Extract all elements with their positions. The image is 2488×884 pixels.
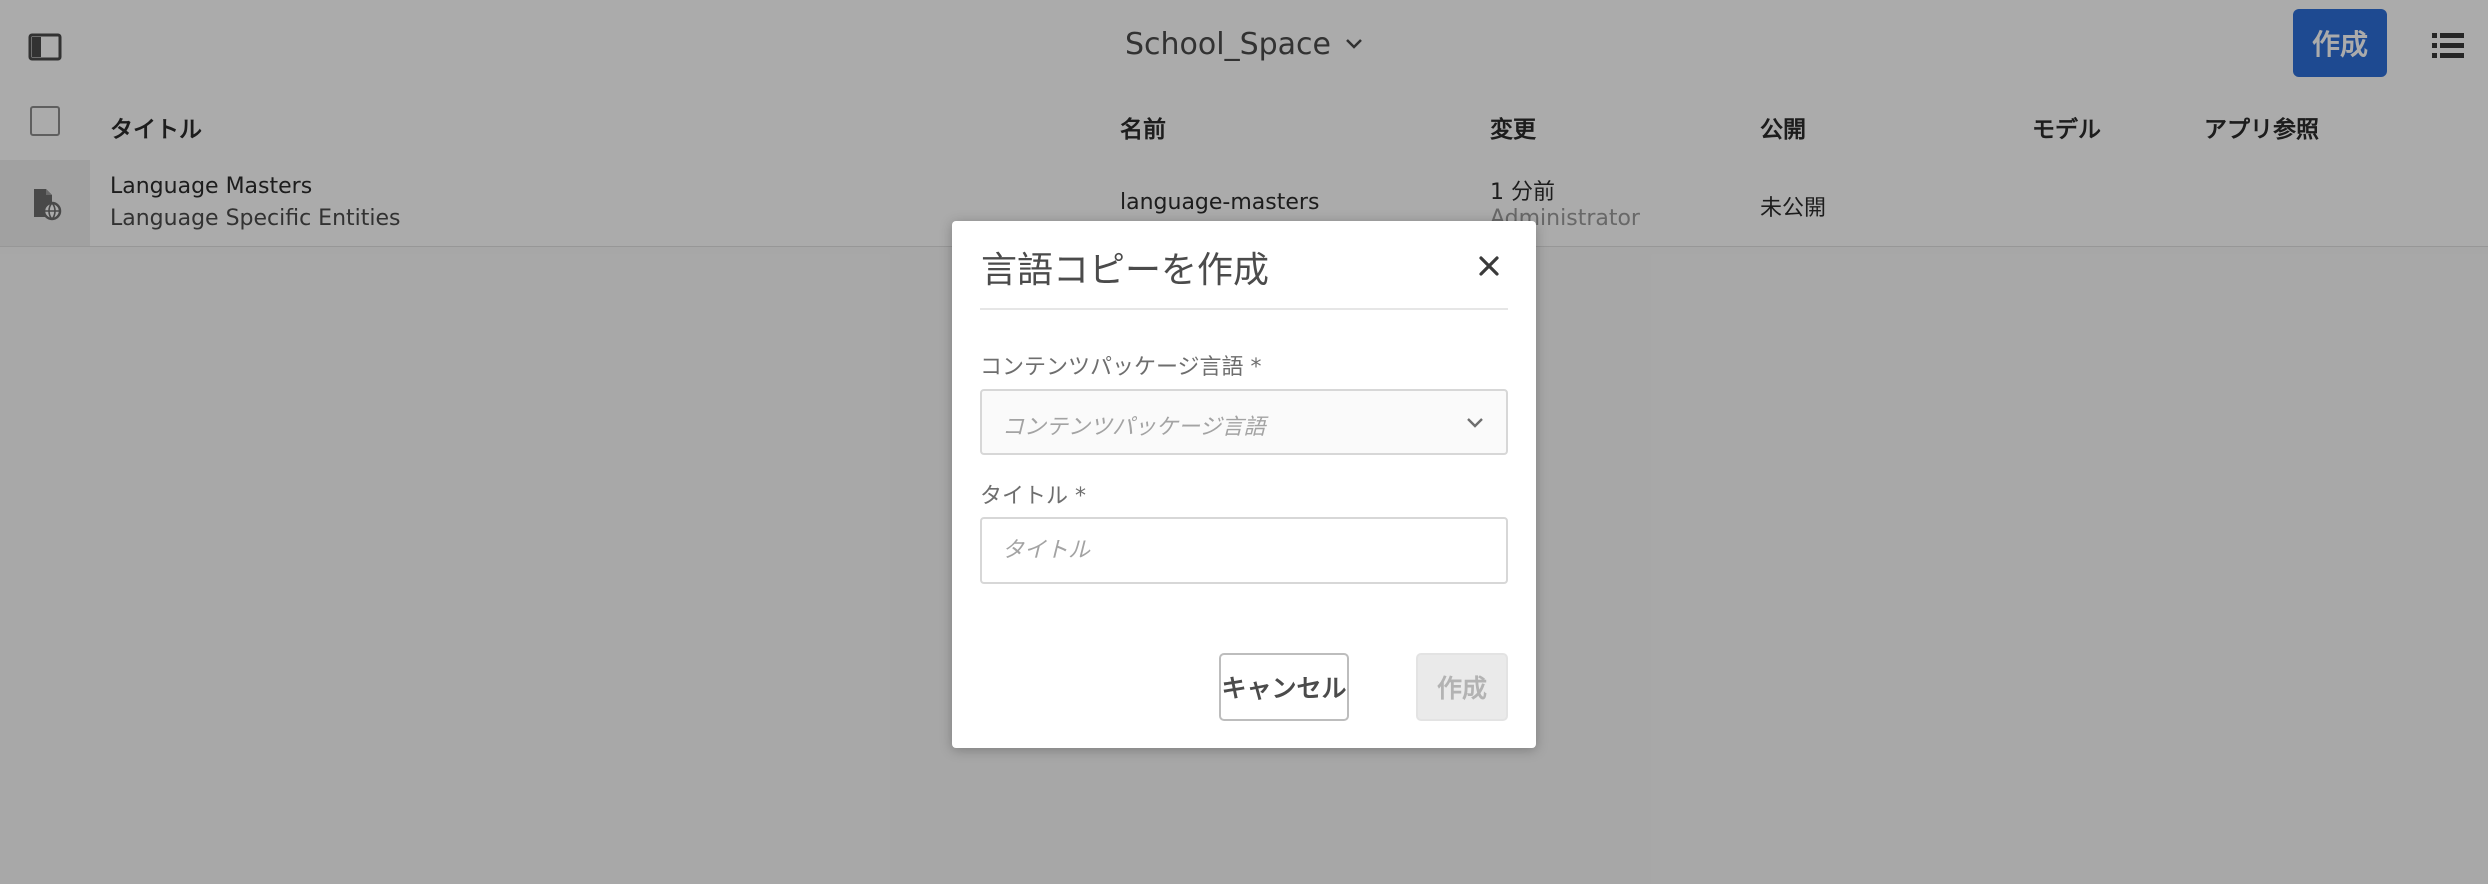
chevron-down-icon xyxy=(1467,418,1483,428)
cancel-button[interactable]: キャンセル xyxy=(1219,653,1349,721)
dialog-create-button[interactable]: 作成 xyxy=(1416,653,1508,721)
dialog-close-button[interactable] xyxy=(1472,249,1506,283)
title-input[interactable] xyxy=(980,517,1508,584)
dialog-title: 言語コピーを作成 xyxy=(981,250,1270,291)
close-icon xyxy=(1479,256,1499,276)
app-window: School_Space 作成 タイトル 名前 変更 公開 モデル アプリ参照 xyxy=(0,0,2488,884)
title-field-label: タイトル * xyxy=(980,484,1086,509)
create-language-copy-dialog: 言語コピーを作成 コンテンツパッケージ言語 * コンテンツパッケージ言語 タイト… xyxy=(952,221,1536,748)
language-select-placeholder: コンテンツパッケージ言語 xyxy=(1002,415,1266,440)
language-select[interactable]: コンテンツパッケージ言語 xyxy=(980,389,1508,455)
language-field-label: コンテンツパッケージ言語 * xyxy=(980,355,1262,380)
dialog-divider xyxy=(980,308,1508,310)
